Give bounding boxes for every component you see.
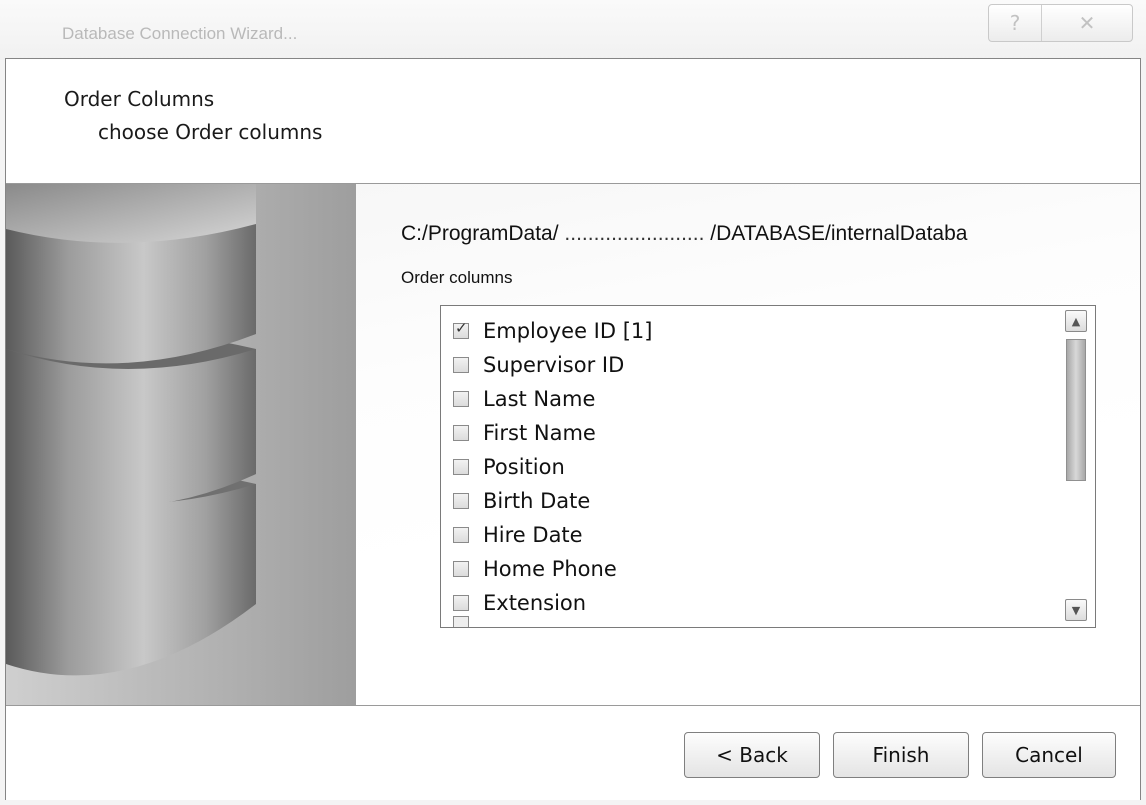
checkbox[interactable] (453, 425, 469, 441)
checkbox[interactable] (453, 595, 469, 611)
list-item[interactable]: Last Name (453, 382, 652, 416)
title-bar: Database Connection Wizard... ? ✕ (0, 0, 1146, 60)
wizard-footer: < Back Finish Cancel (6, 705, 1140, 800)
checkbox[interactable] (453, 493, 469, 509)
list-item-label: Hire Date (483, 523, 583, 547)
finish-button[interactable]: Finish (833, 732, 969, 778)
order-columns-label: Order columns (401, 268, 513, 287)
help-button[interactable]: ? (989, 5, 1042, 41)
checkbox[interactable] (453, 561, 469, 577)
list-item[interactable]: Hire Date (453, 518, 652, 552)
list-item-label: Supervisor ID (483, 353, 625, 377)
path-suffix: /DATABASE/internalDataba (710, 222, 968, 245)
list-item[interactable]: Supervisor ID (453, 348, 652, 382)
wizard-header: Order Columns choose Order columns (6, 59, 1140, 184)
checkbox[interactable] (453, 459, 469, 475)
list-item-label: Birth Date (483, 489, 591, 513)
database-illustration (6, 184, 356, 705)
list-item[interactable]: First Name (453, 416, 652, 450)
back-button[interactable]: < Back (684, 732, 820, 778)
scroll-thumb[interactable] (1066, 339, 1086, 481)
scroll-up-icon[interactable]: ▲ (1065, 310, 1087, 332)
list-item[interactable]: Birth Date (453, 484, 652, 518)
order-columns-list[interactable]: Employee ID [1] Supervisor ID Last Name … (440, 305, 1096, 628)
checkbox-checked[interactable] (453, 319, 469, 339)
content-area: C:/ProgramData/ ........................… (356, 184, 1140, 705)
database-icon (6, 184, 356, 705)
checkbox[interactable] (453, 527, 469, 543)
window-title: Database Connection Wizard... (62, 24, 298, 43)
list-item-label: First Name (483, 421, 596, 445)
list-item-label: Last Name (483, 387, 596, 411)
checkbox-partial[interactable] (453, 616, 469, 627)
cancel-button[interactable]: Cancel (982, 732, 1116, 778)
database-path: C:/ProgramData/ ........................… (401, 222, 967, 246)
page-title: Order Columns (64, 87, 215, 111)
list-item-label: Home Phone (483, 557, 617, 581)
page-subtitle: choose Order columns (98, 120, 323, 144)
list-item[interactable]: Home Phone (453, 552, 652, 586)
list-item-label: Position (483, 455, 565, 479)
list-item[interactable]: Employee ID [1] (453, 314, 652, 348)
list-item-label: Extension (483, 591, 587, 615)
window-controls: ? ✕ (988, 4, 1133, 42)
list-item[interactable]: Extension (453, 586, 652, 620)
scroll-down-icon[interactable]: ▼ (1065, 599, 1087, 621)
checkbox[interactable] (453, 357, 469, 373)
wizard-dialog: Order Columns choose Order columns C:/Pr… (5, 58, 1141, 800)
checkbox[interactable] (453, 391, 469, 407)
list-scrollbar[interactable]: ▲ ▼ (1065, 310, 1089, 623)
path-prefix: C:/ProgramData/ (401, 222, 559, 245)
list-item[interactable]: Position (453, 450, 652, 484)
column-list: Employee ID [1] Supervisor ID Last Name … (453, 314, 652, 620)
list-item-label: Employee ID [1] (483, 319, 653, 343)
path-redacted: ........................ (564, 222, 705, 245)
close-button[interactable]: ✕ (1042, 5, 1132, 41)
